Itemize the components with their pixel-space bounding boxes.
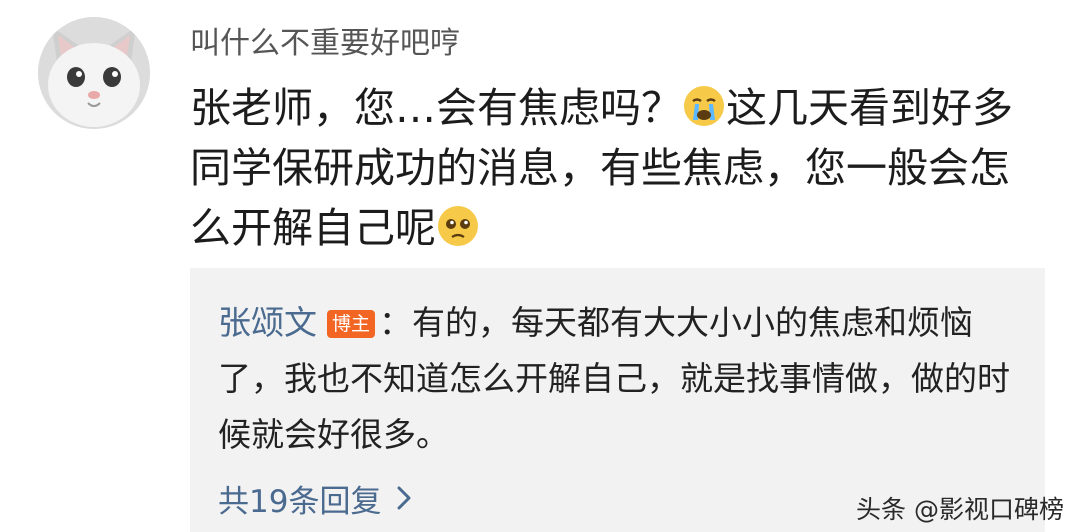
blogger-badge: 博主 (327, 310, 376, 338)
avatar[interactable] (38, 17, 150, 129)
reply-separator: ： (379, 303, 413, 342)
chevron-right-icon (395, 484, 413, 520)
cat-avatar-image (38, 17, 150, 129)
view-replies-label: 共19条回复 (218, 484, 382, 520)
crying-face-emoji-icon (682, 84, 726, 128)
reply-author[interactable]: 张颂文 (218, 303, 317, 342)
view-replies-link[interactable]: 共19条回复 (218, 476, 413, 521)
reply-text-block: 张颂文 博主 ：有的，每天都有大大小小的焦虑和烦恼了，我也不知道怎么开解自己，就是找… (218, 295, 1018, 463)
comment-text-part1: 张老师，您…会有焦虑吗？ (190, 84, 682, 132)
pleading-face-emoji-icon (436, 204, 480, 248)
comment-text: 张老师，您…会有焦虑吗？ 这几天看到好多同学保研成功的消息，有些焦虑，您一般会怎么… (190, 78, 1050, 258)
source-watermark: 头条 @影视口碑榜 (856, 495, 1064, 524)
comment-username[interactable]: 叫什么不重要好吧哼 (190, 18, 460, 62)
